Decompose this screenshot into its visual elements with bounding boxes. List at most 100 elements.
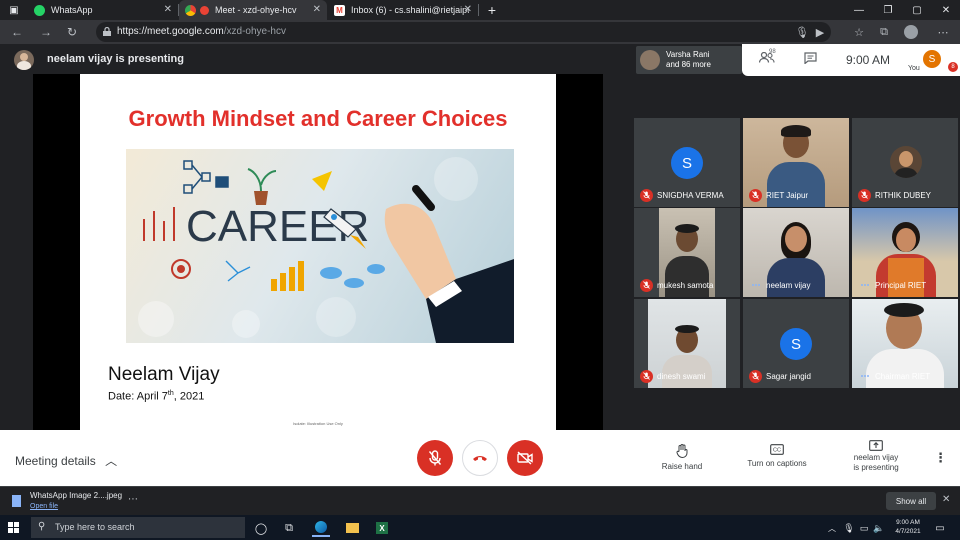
open-file-link[interactable]: Open file	[30, 503, 58, 510]
browser-tab-strip: ▣ WhatsApp ✕ Meet - xzd-ohye-hcv ✕ M Inb…	[0, 0, 960, 20]
profile-avatar-icon[interactable]	[904, 25, 918, 39]
mic-toggle-button[interactable]	[417, 440, 453, 476]
file-icon	[12, 495, 21, 507]
captions-button[interactable]: CC Turn on captions	[740, 444, 814, 468]
volume-icon[interactable]: 🔈	[870, 519, 888, 537]
meeting-clock: 9:00 AM	[846, 53, 891, 67]
raise-hand-button[interactable]: Raise hand	[654, 444, 710, 471]
slide-footer: Isolate: Illustration Use Only	[293, 421, 343, 426]
download-more-icon[interactable]: ⋯	[128, 494, 138, 505]
file-explorer-icon[interactable]	[343, 519, 361, 537]
participant-avatar: S	[780, 328, 812, 360]
participant-tile[interactable]: Chairman RIET	[852, 299, 958, 388]
download-shelf: WhatsApp Image 2....jpeg Open file ⋯ Sho…	[0, 486, 960, 515]
mic-off-icon	[749, 369, 762, 383]
speaking-indicator-icon	[858, 375, 871, 377]
browser-menu-icon[interactable]: ⋯	[935, 24, 951, 40]
back-icon[interactable]: ←	[9, 24, 25, 40]
download-filename[interactable]: WhatsApp Image 2....jpeg	[30, 491, 122, 500]
recording-icon	[200, 5, 209, 15]
participant-avatar: S	[671, 147, 703, 179]
tab-title: Meet - xzd-ohye-hcv	[215, 5, 297, 15]
participant-name: Sagar jangid	[766, 371, 811, 381]
participant-tile[interactable]: neelam vijay	[743, 208, 849, 297]
new-tab-button[interactable]: +	[478, 0, 506, 20]
meeting-details-label: Meeting details	[15, 454, 96, 468]
tab-whatsapp[interactable]: WhatsApp ✕	[28, 0, 178, 20]
close-shelf-icon[interactable]: ✕	[942, 494, 950, 505]
tab-title: WhatsApp	[51, 5, 93, 15]
camera-icon[interactable]: ▶	[812, 24, 828, 40]
restore-button[interactable]: ❐	[874, 0, 902, 20]
participant-tile[interactable]: Principal RIET	[852, 208, 958, 297]
participant-tile[interactable]: S SNIGDHA VERMA	[634, 118, 740, 207]
participant-tile[interactable]: mukesh samota	[634, 208, 740, 297]
chat-icon[interactable]	[804, 52, 817, 67]
present-now-button[interactable]: neelam vijay is presenting	[838, 440, 914, 473]
svg-text:CC: CC	[773, 448, 781, 454]
participant-avatar	[890, 146, 922, 178]
participant-tile[interactable]: RIET Jaipur	[743, 118, 849, 207]
taskbar-time: 9:00 AM	[896, 519, 920, 526]
career-illustration: CAREER	[126, 149, 514, 343]
camera-off-icon	[517, 451, 533, 465]
more-options-icon[interactable]: ⋮	[934, 450, 947, 466]
favorite-star-icon[interactable]: ☆	[851, 24, 867, 40]
speaking-indicator-icon	[858, 284, 871, 286]
tab-inbox[interactable]: M Inbox (6) - cs.shalini@rietjaipur.a ✕	[328, 0, 478, 20]
presentation-slide: Growth Mindset and Career Choices CAREER	[80, 74, 556, 430]
search-placeholder: Type here to search	[55, 522, 135, 532]
windows-start-icon[interactable]	[8, 522, 19, 533]
collections-icon[interactable]: ⧉	[876, 24, 892, 40]
participant-name: dinesh swami	[657, 371, 706, 381]
others-more: and 86 more	[666, 60, 711, 69]
mic-off-icon	[428, 450, 442, 466]
meet-info-panel: 98 9:00 AM S You 8	[742, 44, 960, 76]
tray-chevron-icon[interactable]: ︿	[823, 519, 841, 537]
self-avatar[interactable]: S	[923, 50, 941, 68]
window-menu-icon[interactable]: ▣	[0, 0, 28, 20]
reload-icon[interactable]: ↻	[64, 24, 80, 40]
participant-tile[interactable]: S Sagar jangid	[743, 299, 849, 388]
close-tab-icon[interactable]: ✕	[164, 4, 172, 15]
taskbar-clock[interactable]: 9:00 AM 4/7/2021	[893, 518, 923, 536]
close-tab-icon[interactable]: ✕	[313, 4, 321, 15]
cortana-icon[interactable]: ◯	[252, 519, 270, 537]
task-view-icon[interactable]: ⧉	[280, 519, 298, 537]
mic-off-icon	[749, 188, 762, 202]
present-screen-icon	[869, 440, 883, 451]
microphone-icon[interactable]: 🎙	[794, 24, 810, 40]
participant-tile[interactable]: RITHIK DUBEY	[852, 118, 958, 207]
mic-off-icon	[640, 369, 653, 383]
camera-toggle-button[interactable]	[507, 440, 543, 476]
participant-name: RITHIK DUBEY	[875, 190, 932, 200]
tab-meet[interactable]: Meet - xzd-ohye-hcv ✕	[179, 0, 327, 20]
close-tab-icon[interactable]: ✕	[464, 4, 472, 15]
close-window-button[interactable]: ✕	[932, 0, 960, 20]
participant-name: Principal RIET	[875, 280, 927, 290]
url-text: https://meet.google.com/xzd-ohye-hcv	[117, 26, 286, 37]
mic-off-icon	[858, 188, 871, 202]
minimize-button[interactable]: —	[845, 0, 873, 20]
excel-icon[interactable]: X	[373, 519, 391, 537]
leave-call-button[interactable]	[462, 440, 498, 476]
participant-tile[interactable]: dinesh swami	[634, 299, 740, 388]
presenting-line-1: neelam vijay	[853, 453, 899, 462]
restore-window-button[interactable]: ▢	[903, 0, 931, 20]
windows-taskbar: ⚲ Type here to search ◯ ⧉ X ︿ 🎙 ▭ 🔈 9:00…	[0, 515, 960, 540]
meeting-details-button[interactable]: Meeting details ︿	[15, 452, 117, 469]
forward-icon[interactable]: →	[38, 24, 54, 40]
hand-icon	[676, 444, 688, 458]
notification-center-icon[interactable]: ▭	[931, 519, 949, 537]
presenter-name: Neelam Vijay	[108, 364, 220, 385]
lock-icon	[103, 27, 111, 36]
hang-up-icon	[473, 456, 487, 461]
url-field[interactable]: https://meet.google.com/xzd-ohye-hcv 🎙 ▶	[96, 22, 831, 42]
taskbar-search-box[interactable]: ⚲ Type here to search	[31, 517, 245, 538]
participant-name: Chairman RIET	[875, 371, 931, 381]
participants-chip[interactable]: Varsha Rani and 86 more	[636, 46, 742, 74]
show-all-button[interactable]: Show all	[886, 492, 936, 510]
edge-taskbar-icon[interactable]	[312, 519, 330, 537]
others-name: Varsha Rani	[666, 50, 710, 59]
url-path: /xzd-ohye-hcv	[223, 26, 286, 37]
